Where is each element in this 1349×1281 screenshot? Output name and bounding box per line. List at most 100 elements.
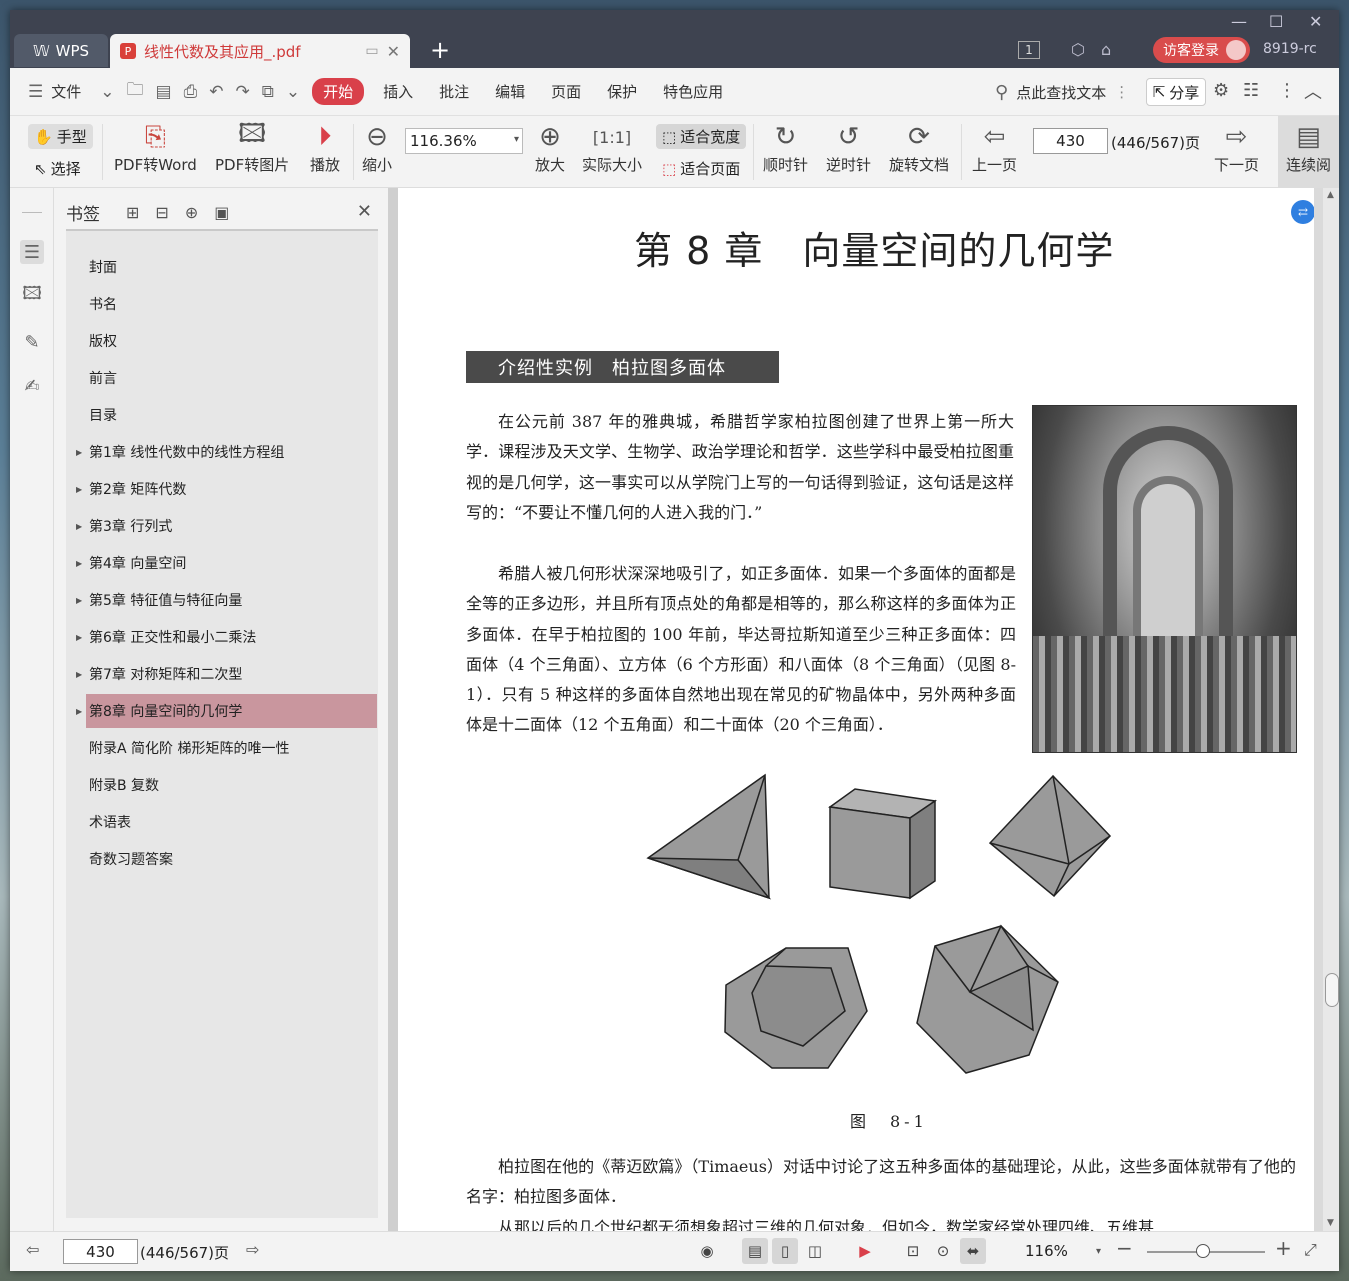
page-badge[interactable]: 1 (1018, 41, 1040, 59)
rotate-clockwise-button[interactable]: ↻ 顺时针 (763, 120, 808, 175)
expand-arrow-icon[interactable]: ▶ (76, 448, 82, 457)
expand-all-icon[interactable]: ⊞ (126, 203, 139, 222)
undo-icon[interactable]: ↶ (203, 82, 229, 102)
fit-page-status-icon[interactable]: ⊙ (930, 1238, 956, 1264)
rotate-counter-clockwise-button[interactable]: ↺ 逆时针 (826, 120, 871, 175)
more-chevron-icon[interactable]: ⌄ (280, 82, 306, 102)
actual-size-button[interactable]: [1:1] 实际大小 (582, 120, 642, 175)
pdf-to-image-button[interactable]: 🖾 PDF转图片 (215, 119, 289, 175)
bookmark-item[interactable]: ▶ 第2章 矩阵代数 (76, 472, 377, 506)
hand-tool-button[interactable]: ✋ 手型 (28, 124, 93, 149)
fullscreen-icon[interactable]: ⤢ (1304, 1240, 1317, 1260)
bookmark-item[interactable]: 封面 (86, 250, 377, 284)
menu-tab-comment[interactable]: 批注 (426, 81, 482, 102)
bookmark-item[interactable]: 附录B 复数 (86, 768, 377, 802)
zoom-in-button[interactable]: ⊕ 放大 (535, 120, 565, 175)
document-view[interactable]: 第 8 章 向量空间的几何学 介绍性实例 柏拉图多面体 在公元前 387 年的雅… (398, 188, 1339, 1231)
hamburger-icon[interactable]: ☰ (10, 82, 49, 102)
fit-page-button[interactable]: ⬚ 适合页面 (656, 156, 746, 181)
bookmark-item[interactable]: 目录 (86, 398, 377, 432)
floating-tool-icon[interactable]: ⇄ (1291, 200, 1314, 224)
print-icon[interactable]: ⎙ (178, 82, 204, 102)
open-folder-icon[interactable]: 🗀 (121, 77, 150, 106)
menu-tab-protect[interactable]: 保护 (594, 81, 650, 102)
bookmark-item[interactable]: 附录A 简化阶 梯形矩阵的唯一性 (86, 731, 377, 765)
bookmark-list-icon[interactable]: ☰ (20, 240, 44, 264)
zoom-in-plus-icon[interactable]: + (1275, 1236, 1292, 1260)
status-page-input[interactable]: 430 (63, 1239, 138, 1264)
zoom-dropdown-icon[interactable]: ▾ (1096, 1246, 1101, 1257)
thumbnail-icon[interactable]: 🖾 (20, 283, 44, 308)
share-button[interactable]: ⇱ 分享 (1146, 78, 1206, 106)
document-tab[interactable]: P 线性代数及其应用_.pdf ▭ ✕ (110, 34, 410, 68)
save-icon[interactable]: ▤ (150, 82, 178, 102)
annotation-icon[interactable]: ✎ (20, 330, 44, 354)
expand-arrow-icon[interactable]: ▶ (76, 559, 82, 568)
next-page-arrow-icon[interactable]: ⇨ (246, 1240, 259, 1259)
skin-icon[interactable]: ⬡ (1071, 40, 1085, 59)
expand-arrow-icon[interactable]: ▶ (76, 596, 82, 605)
menu-file[interactable]: 文件 (49, 81, 94, 102)
bookmark-options-icon[interactable]: ▣ (214, 203, 229, 222)
play-button[interactable]: ⏵ 播放 (310, 120, 340, 175)
monitor-icon[interactable]: ▭ (365, 43, 378, 59)
signature-icon[interactable]: ✍ (20, 374, 44, 398)
maximize-icon[interactable]: ☐ (1269, 12, 1283, 31)
bookmark-item[interactable]: ▶ 第3章 行列式 (76, 509, 377, 543)
expand-arrow-icon[interactable]: ▶ (76, 485, 82, 494)
close-tab-icon[interactable]: ✕ (387, 42, 400, 61)
menu-tab-features[interactable]: 特色应用 (650, 81, 736, 102)
collapse-all-icon[interactable]: ⊟ (155, 203, 168, 222)
add-bookmark-icon[interactable]: ⊕ (185, 203, 198, 222)
play-mode-icon[interactable]: ▶ (852, 1238, 878, 1264)
guest-login-button[interactable]: 访客登录 (1153, 37, 1250, 63)
minimize-icon[interactable]: — (1231, 12, 1247, 31)
eye-protection-icon[interactable]: ◉ (694, 1238, 720, 1264)
close-panel-icon[interactable]: ✕ (357, 201, 372, 222)
pdf-to-word-button[interactable]: ⎘ PDF转Word (114, 120, 197, 175)
vertical-scrollbar[interactable]: ▲ ▼ (1323, 188, 1339, 1231)
scroll-down-icon[interactable]: ▼ (1327, 1218, 1334, 1228)
zoom-select[interactable]: 116.36% ▾ (405, 128, 523, 154)
continuous-mode-icon[interactable]: ▤ (742, 1238, 768, 1264)
chevron-down-icon[interactable]: ⌄ (94, 82, 120, 102)
scroll-up-icon[interactable]: ▲ (1327, 190, 1334, 200)
double-page-icon[interactable]: ◫ (802, 1238, 828, 1264)
menu-tab-page[interactable]: 页面 (538, 81, 594, 102)
select-tool-button[interactable]: ⇖ 选择 (28, 156, 87, 181)
panel-splitter[interactable] (388, 188, 398, 1231)
bookmark-item[interactable]: 书名 (86, 287, 377, 321)
collapse-ribbon-icon[interactable]: ︿ (1304, 78, 1322, 104)
page-number-input[interactable]: 430 (1033, 128, 1108, 154)
shirt-icon[interactable]: ⌂ (1101, 40, 1111, 59)
comment-icon[interactable]: ☷ (1243, 80, 1259, 101)
bookmark-item[interactable]: ▶ 第8章 向量空间的几何学 (76, 694, 377, 728)
more-vertical-icon[interactable]: ⋮ (1114, 83, 1129, 101)
new-tab-button[interactable]: + (430, 36, 450, 64)
continuous-read-button[interactable]: ▤ 连续阅 (1278, 116, 1339, 188)
bookmark-item[interactable]: ▶ 第4章 向量空间 (76, 546, 377, 580)
bookmark-item[interactable]: ▶ 第1章 线性代数中的线性方程组 (76, 435, 377, 469)
prev-page-arrow-icon[interactable]: ⇦ (26, 1240, 39, 1259)
bookmark-item[interactable]: ▶ 第6章 正交性和最小二乘法 (76, 620, 377, 654)
next-page-button[interactable]: ⇨ 下一页 (1214, 120, 1259, 175)
fit-width-status-icon[interactable]: ⬌ (960, 1238, 986, 1264)
wps-home-tab[interactable]: 𝕎 WPS (14, 34, 108, 67)
expand-arrow-icon[interactable]: ▶ (76, 522, 82, 531)
gear-icon[interactable]: ⚙ (1213, 80, 1229, 101)
rotate-document-button[interactable]: ⟳ 旋转文档 (889, 120, 949, 175)
search-text[interactable]: ⚲ 点此查找文本 ⋮ (995, 68, 1129, 116)
status-zoom-value[interactable]: 116% (1025, 1242, 1068, 1260)
export-icon[interactable]: ⧉ (256, 82, 280, 102)
zoom-out-minus-icon[interactable]: − (1116, 1236, 1133, 1260)
bookmark-item[interactable]: 版权 (86, 324, 377, 358)
actual-size-status-icon[interactable]: ⊡ (900, 1238, 926, 1264)
more-options-icon[interactable]: ⋮ (1278, 80, 1296, 101)
redo-icon[interactable]: ↷ (229, 82, 255, 102)
zoom-out-button[interactable]: ⊖ 缩小 (362, 120, 392, 175)
menu-tab-edit[interactable]: 编辑 (482, 81, 538, 102)
previous-page-button[interactable]: ⇦ 上一页 (972, 120, 1017, 175)
bookmark-item[interactable]: ▶ 第5章 特征值与特征向量 (76, 583, 377, 617)
close-window-icon[interactable]: ✕ (1309, 12, 1322, 31)
single-page-icon[interactable]: ▯ (772, 1238, 798, 1264)
